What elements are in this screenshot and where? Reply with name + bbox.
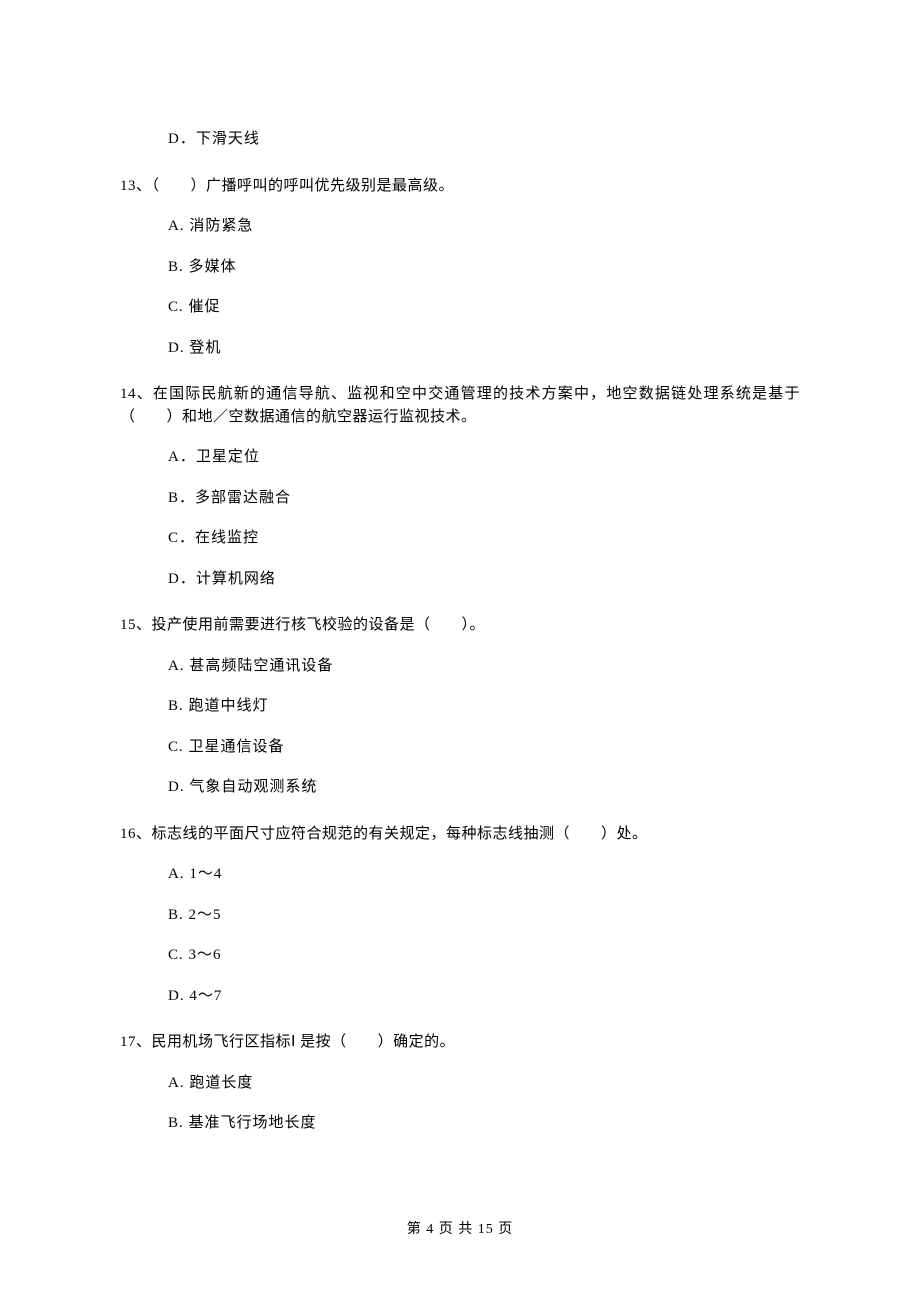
q14-option-d: D．计算机网络 bbox=[120, 568, 800, 591]
page-content: D．下滑天线 13、（ ）广播呼叫的呼叫优先级别是最高级。 A. 消防紧急 B.… bbox=[0, 0, 920, 1135]
page-footer: 第 4 页 共 15 页 bbox=[0, 1219, 920, 1240]
q13-option-d: D. 登机 bbox=[120, 337, 800, 360]
q16-option-b: B. 2～5 bbox=[120, 904, 800, 927]
q14-stem: 14、在国际民航新的通信导航、监视和空中交通管理的技术方案中，地空数据链处理系统… bbox=[120, 383, 800, 428]
q15-option-c: C. 卫星通信设备 bbox=[120, 736, 800, 759]
q16-option-a: A. 1～4 bbox=[120, 863, 800, 886]
q15-option-b: B. 跑道中线灯 bbox=[120, 695, 800, 718]
q17-option-a: A. 跑道长度 bbox=[120, 1072, 800, 1095]
q13-option-a: A. 消防紧急 bbox=[120, 215, 800, 238]
q14-option-c: C．在线监控 bbox=[120, 527, 800, 550]
q13-stem: 13、（ ）广播呼叫的呼叫优先级别是最高级。 bbox=[120, 175, 800, 198]
q17-option-b: B. 基准飞行场地长度 bbox=[120, 1112, 800, 1135]
q14-option-b: B．多部雷达融合 bbox=[120, 487, 800, 510]
q13-option-c: C. 催促 bbox=[120, 296, 800, 319]
q13-option-b: B. 多媒体 bbox=[120, 256, 800, 279]
q15-stem: 15、投产使用前需要进行核飞校验的设备是（ ）。 bbox=[120, 614, 800, 637]
q15-option-a: A. 甚高频陆空通讯设备 bbox=[120, 655, 800, 678]
q16-stem: 16、标志线的平面尺寸应符合规范的有关规定，每种标志线抽测（ ）处。 bbox=[120, 823, 800, 846]
q14-option-a: A．卫星定位 bbox=[120, 446, 800, 469]
q16-option-c: C. 3～6 bbox=[120, 944, 800, 967]
q12-option-d: D．下滑天线 bbox=[120, 128, 800, 151]
q15-option-d: D. 气象自动观测系统 bbox=[120, 776, 800, 799]
q16-option-d: D. 4～7 bbox=[120, 985, 800, 1008]
q17-stem: 17、民用机场飞行区指标Ⅰ 是按（ ）确定的。 bbox=[120, 1031, 800, 1054]
